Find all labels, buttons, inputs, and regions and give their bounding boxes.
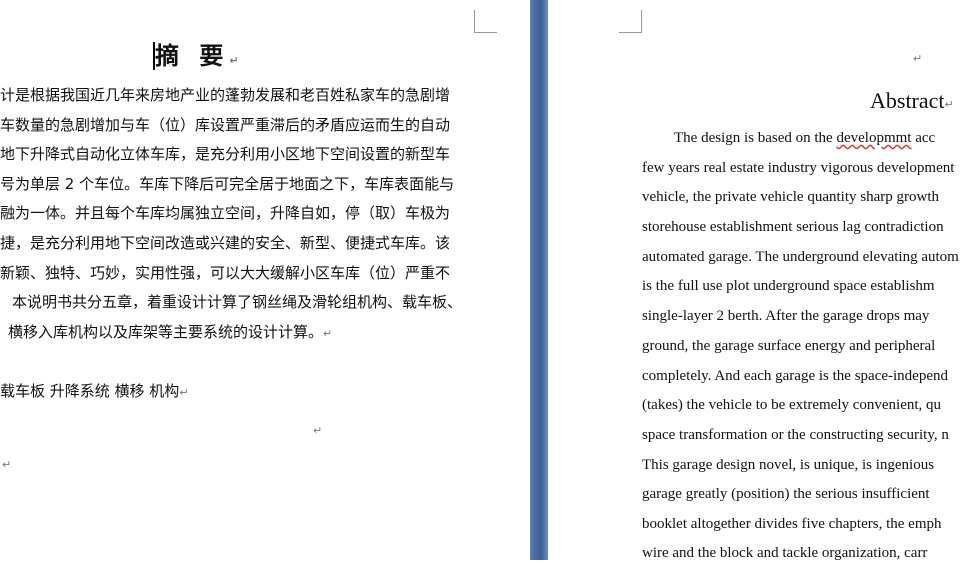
cn-line-7[interactable]: 新颖、独特、巧妙，实用性强，可以大大缓解小区车库（位）严重不 (0, 263, 450, 283)
paragraph-mark: ↵ (944, 98, 954, 111)
misspelled-word[interactable]: developmmt (836, 130, 911, 146)
cn-line-8[interactable]: 本说明书共分五章，着重设计计算了钢丝绳及滑轮组机构、载车板、 (12, 292, 462, 312)
en-line-15[interactable]: wire and the block and tackle organizati… (642, 543, 927, 563)
en-line-8[interactable]: ground, the garage surface energy and pe… (642, 336, 935, 356)
paragraph-mark: ↵ (229, 54, 245, 67)
en-line-1[interactable]: The design is based on the developmmt ac… (674, 128, 935, 148)
cn-line-1[interactable]: 计是根据我国近几年来房地产业的蓬勃发展和老百姓私家车的急剧增 (0, 85, 450, 105)
en-line-7[interactable]: single-layer 2 berth. After the garage d… (642, 306, 929, 326)
en-line-2[interactable]: few years real estate industry vigorous … (642, 158, 954, 178)
cn-line-6[interactable]: 捷，是充分利用地下空间改造或兴建的安全、新型、便捷式车库。该 (0, 233, 450, 253)
cn-line-2[interactable]: 车数量的急剧增加与车（位）库设置严重滞后的矛盾应运而生的自动 (0, 115, 450, 135)
en-line-14[interactable]: booklet altogether divides five chapters… (642, 514, 942, 534)
en-line-5[interactable]: automated garage. The underground elevat… (642, 247, 959, 267)
abstract-title-cn[interactable]: 摘 要↵ (155, 40, 238, 72)
paragraph-mark: ↵ (323, 327, 333, 340)
paragraph-mark: ↵ (313, 424, 323, 437)
paragraph-mark: ↵ (179, 386, 189, 399)
abstract-title-en[interactable]: Abstract↵ (870, 88, 954, 118)
paragraph-mark: ↵ (2, 458, 12, 471)
en-line-13[interactable]: garage greatly (position) the serious in… (642, 484, 930, 504)
en-line-4[interactable]: storehouse establishment serious lag con… (642, 217, 944, 237)
paragraph-mark: ↵ (913, 52, 923, 65)
page-gutter (530, 0, 548, 560)
en-line-12[interactable]: This garage design novel, is unique, is … (642, 455, 934, 475)
en-line-9[interactable]: completely. And each garage is the space… (642, 366, 948, 386)
cn-line-5[interactable]: 融为一体。并且每个车库均属独立空间，升降自如，停（取）车极为 (0, 203, 450, 223)
keywords-line[interactable]: 载车板 升降系统 横移 机构↵ (0, 381, 189, 403)
en-line-10[interactable]: (takes) the vehicle to be extremely conv… (642, 395, 941, 415)
title-text: 摘 要 (155, 42, 230, 70)
en-line-11[interactable]: space transformation or the constructing… (642, 425, 949, 445)
en-line-3[interactable]: vehicle, the private vehicle quantity sh… (642, 187, 939, 207)
margin-corner-mark (474, 10, 497, 33)
cn-line-9[interactable]: 横移入库机构以及库架等主要系统的设计计算。↵ (8, 322, 332, 344)
margin-corner-mark (619, 10, 642, 33)
en-line-6[interactable]: is the full use plot underground space e… (642, 276, 935, 296)
cn-line-4[interactable]: 号为单层 2 个车位。车库下降后可完全居于地面之下，车库表面能与 (0, 174, 454, 194)
cn-line-3[interactable]: 地下升降式自动化立体车库，是充分利用小区地下空间设置的新型车 (0, 144, 450, 164)
